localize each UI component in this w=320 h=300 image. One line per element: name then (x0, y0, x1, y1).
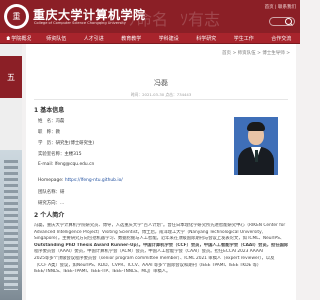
site-header: 重 重庆大学计算机学院 College of Computer Science … (0, 0, 300, 33)
header-links[interactable]: 首页 | 联系我们 (265, 4, 296, 10)
nav-item-education[interactable]: 教育教学 (113, 35, 151, 42)
sidebar-section-label[interactable]: 五 (0, 56, 22, 98)
nav-item-research[interactable]: 科学研究 (188, 35, 226, 42)
home-icon (6, 36, 11, 40)
homepage-link[interactable]: https://lfeng-ntu.github.io/ (65, 178, 123, 183)
university-logo[interactable]: 重 (4, 4, 29, 29)
basic-info-heading: 1 基本信息 (34, 107, 65, 114)
intro-line: Outstanding PhD Thesis Award Runner-Up）。… (34, 242, 288, 248)
main-nav: 学院概况 师资队伍 人才引进 教育教学 学科建设 科学研究 学生工作 合作交流 (0, 33, 300, 44)
intro-line: 程序委员会（AAAI）委员，中国计算机学会（ACM）会员，中国人工智能学会（CA… (34, 249, 264, 255)
divider (34, 99, 288, 100)
nav-item-students[interactable]: 学生工作 (225, 35, 263, 42)
info-degree: 学 历：研究生(博士研究生) (38, 141, 95, 146)
intro-line: 冯磊，重庆大学计算机学院研究员、博导，入选重庆大学“百人计划”。曾任日本理化学研… (34, 223, 286, 228)
main-content: 首页 > 师资队伍 > 博士生导师 > 冯磊 时间：2021-03-30 点击：… (26, 44, 296, 300)
intro-line: （CCF A类）会议，如NeurIPS、KDD、CVPR、ICCV、AAAI 等… (34, 262, 262, 268)
nav-item-discipline[interactable]: 学科建设 (150, 35, 188, 42)
photo-tie (254, 150, 258, 162)
info-name: 姓 名：冯磊 (38, 119, 65, 124)
info-title: 职 称：教 (38, 130, 60, 135)
nav-item-cooperation[interactable]: 合作交流 (263, 35, 301, 42)
search-icon[interactable] (285, 18, 292, 25)
intro-line: Singapore）。主要研究方向包括机器学习、数据挖掘与人工智能。近年来在顶级… (34, 236, 285, 242)
intro-heading: 2 个人简介 (34, 212, 65, 219)
profile-photo (234, 117, 278, 175)
info-group: 团队名称：研 (38, 190, 65, 195)
info-homepage: Homepage: https://lfeng-ntu.github.io/ (38, 178, 123, 183)
page-title: 冯磊 (154, 79, 168, 87)
search-box[interactable] (269, 17, 295, 26)
campus-photo (0, 150, 22, 300)
intro-paragraph: 冯磊，重庆大学计算机学院研究员、博导，入选重庆大学“百人计划”。曾任日本理化学研… (34, 223, 288, 276)
intro-line: Advanced Intelligence Project）Visiting S… (34, 229, 264, 235)
calligraphy-decoration: ｸ命名 (128, 10, 169, 29)
info-research: 研究方向：... (38, 201, 65, 206)
building-image (4, 160, 18, 290)
nav-item-overview[interactable]: 学院概况 (0, 35, 38, 42)
logo-mark: 重 (7, 7, 26, 26)
homepage-label: Homepage: (38, 178, 64, 183)
intro-line: IEEE/TNNLS、IEEE-TPAMI、IEEE-TIP、IEEE-TNNL… (34, 269, 171, 275)
site-subtitle: College of Computer Science Chongqing Un… (34, 21, 126, 25)
info-lab: 实验室名称：主楼315 (38, 152, 82, 157)
article-meta: 时间：2021-03-30 点击：734443 (130, 92, 192, 97)
intro-line: 2025等多个顶级会议程序委员会（senior program committe… (34, 255, 275, 261)
nav-item-recruitment[interactable]: 人才引进 (75, 35, 113, 42)
breadcrumb[interactable]: 首页 > 师资队伍 > 博士生导师 > (222, 50, 290, 56)
nav-item-label: 学院概况 (11, 35, 32, 42)
calligraphy-decoration: ｿ有志 (180, 10, 221, 29)
info-email[interactable]: E-mail: lfeng@cqu.edu.cn (38, 162, 94, 167)
photo-hair (247, 122, 265, 131)
nav-item-faculty[interactable]: 师资队伍 (38, 35, 76, 42)
